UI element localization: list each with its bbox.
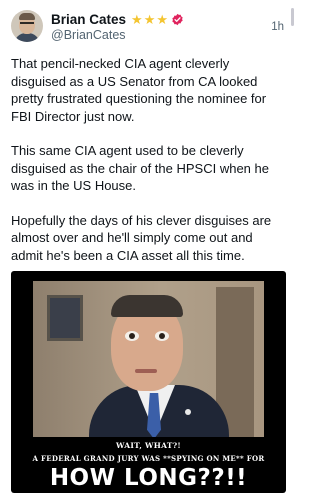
meme-caption-top: WAIT, WHAT?! [115,441,182,450]
author-display-name[interactable]: Brian Cates [51,12,126,27]
star-icon: ★ [143,11,156,27]
badge-stars: ★ ★ ★ [131,13,168,26]
meme-caption-big: HOW LONG??!! [49,465,248,491]
post-paragraph: That pencil-necked CIA agent cleverly di… [11,56,267,124]
meme-photo [33,281,264,437]
author-handle[interactable]: @BrianCates [51,28,126,42]
post-paragraph: This same CIA agent used to be cleverly … [11,143,269,193]
avatar[interactable] [11,10,43,42]
post-card: Brian Cates ★ ★ ★ @BrianCates 1h That pe… [0,0,296,500]
scrollbar[interactable] [291,8,294,26]
post-time[interactable]: 1h [271,21,284,33]
verified-icon [172,13,183,25]
post-text: That pencil-necked CIA agent cleverly di… [11,55,287,281]
post-paragraph: Hopefully the days of his clever disguis… [11,212,272,263]
meme-caption-middle: A FEDERAL GRAND JURY WAS **SPYING ON ME*… [32,454,265,463]
star-icon: ★ [156,11,168,27]
post-header: Brian Cates ★ ★ ★ @BrianCates 1h [11,10,286,44]
post-media-image[interactable]: WAIT, WHAT?! A FEDERAL GRAND JURY WAS **… [11,271,286,493]
author-name-row: Brian Cates ★ ★ ★ [51,10,184,28]
star-icon: ★ [131,11,143,27]
